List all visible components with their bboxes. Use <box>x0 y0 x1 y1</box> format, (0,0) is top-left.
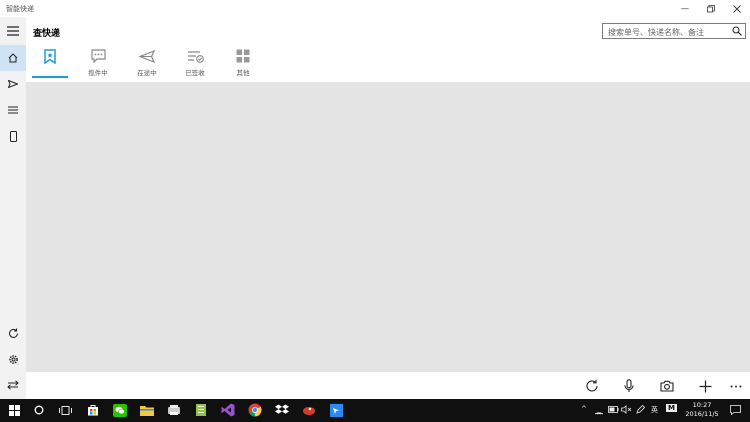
refresh-icon <box>586 379 598 392</box>
wechat-icon <box>113 403 127 417</box>
tab-collecting[interactable]: 揽件中 <box>78 46 118 80</box>
ime-language[interactable]: 英 <box>651 405 658 415</box>
cortana-icon <box>34 405 44 415</box>
tab-selected-indicator <box>32 76 68 78</box>
close-button[interactable] <box>724 0 750 17</box>
start-icon <box>8 404 20 416</box>
app-title: 智能快递 <box>6 5 34 13</box>
voice-button[interactable] <box>620 377 638 395</box>
app-icon <box>303 407 315 415</box>
start-button[interactable] <box>6 402 22 418</box>
checked-list-icon <box>187 50 204 63</box>
page-title: 查快递 <box>33 29 61 39</box>
task-view-button[interactable] <box>57 402 73 418</box>
taskbar-chrome[interactable] <box>247 402 263 418</box>
sidebar-item-phone[interactable] <box>0 123 26 149</box>
add-icon <box>699 380 711 392</box>
tab-label <box>30 67 70 76</box>
settings-icon <box>8 354 18 364</box>
clock[interactable]: 10:27 2016/11/5 <box>682 401 722 419</box>
taskbar-store[interactable] <box>85 402 101 418</box>
sidebar <box>0 17 26 399</box>
chrome-icon <box>248 403 262 417</box>
task-view-icon <box>58 405 72 415</box>
taskbar-visual-studio[interactable] <box>220 402 236 418</box>
menu-icon <box>7 26 19 36</box>
sidebar-switch-button[interactable] <box>0 372 26 398</box>
chat-icon <box>90 49 106 63</box>
tab-other[interactable]: 其他 <box>223 46 263 80</box>
app-icon <box>329 403 343 417</box>
taskbar-notepad[interactable] <box>193 402 209 418</box>
microphone-icon <box>624 379 634 392</box>
taskbar-dropbox[interactable] <box>274 402 290 418</box>
command-bar <box>26 372 750 399</box>
search-input[interactable]: 搜索单号、快递名称、备注 <box>608 27 704 38</box>
sidebar-refresh-button[interactable] <box>0 320 26 346</box>
more-icon <box>730 385 742 387</box>
camera-button[interactable] <box>658 377 676 395</box>
taskbar-app-1[interactable] <box>166 402 182 418</box>
file-explorer-icon <box>140 406 154 416</box>
refresh-button[interactable] <box>583 377 601 395</box>
cortana-button[interactable] <box>31 402 47 418</box>
bookmark-icon <box>44 48 56 64</box>
add-button[interactable] <box>696 377 714 395</box>
tab-label: 其他 <box>236 69 250 77</box>
content-area <box>26 82 750 372</box>
ime-mode[interactable]: M <box>666 404 677 412</box>
phone-icon <box>9 130 17 142</box>
sidebar-settings-button[interactable] <box>0 346 26 372</box>
clock-time: 10:27 <box>692 401 712 409</box>
tab-label: 揽件中 <box>88 69 108 77</box>
hamburger-menu-button[interactable] <box>0 18 26 44</box>
notepad-icon <box>196 404 206 416</box>
refresh-icon <box>8 328 18 338</box>
sidebar-item-send[interactable] <box>0 71 26 97</box>
app-icon <box>168 405 180 415</box>
sidebar-item-list[interactable] <box>0 97 26 123</box>
clock-date: 2016/11/5 <box>685 410 719 418</box>
pen-icon[interactable] <box>636 405 645 414</box>
grid-icon <box>236 49 250 63</box>
volume-muted-icon[interactable] <box>621 405 632 414</box>
close-icon <box>733 4 741 13</box>
visual-studio-icon <box>221 403 235 417</box>
search-icon[interactable] <box>732 26 742 36</box>
taskbar-app-2[interactable] <box>301 402 317 418</box>
more-button[interactable] <box>727 377 745 395</box>
battery-icon[interactable] <box>608 406 619 413</box>
restore-button[interactable] <box>698 0 724 17</box>
tab-label: 在途中 <box>137 69 157 77</box>
home-icon <box>8 53 18 63</box>
minimize-button[interactable]: — <box>672 0 698 17</box>
dropbox-icon <box>275 404 289 414</box>
taskbar-wechat[interactable] <box>112 402 128 418</box>
title-bar: 智能快递 — <box>0 0 750 17</box>
notification-icon[interactable] <box>730 405 741 415</box>
camera-icon <box>660 380 674 392</box>
send-icon <box>139 49 155 63</box>
network-icon[interactable] <box>594 406 604 415</box>
chevron-up-icon[interactable]: ^ <box>581 405 587 413</box>
taskbar-app-3[interactable] <box>328 402 344 418</box>
search-box[interactable]: 搜索单号、快递名称、备注 <box>602 23 746 39</box>
list-icon <box>8 106 18 114</box>
store-icon <box>88 405 98 416</box>
tab-all[interactable] <box>30 46 70 80</box>
tab-label: 已签收 <box>185 69 205 77</box>
restore-icon <box>707 4 715 12</box>
sidebar-item-home[interactable] <box>0 45 26 71</box>
send-icon <box>8 80 18 88</box>
taskbar-file-explorer[interactable] <box>139 402 155 418</box>
tab-in-transit[interactable]: 在途中 <box>127 46 167 80</box>
switch-icon <box>7 380 19 390</box>
minimize-icon: — <box>681 4 689 13</box>
tab-signed[interactable]: 已签收 <box>175 46 215 80</box>
